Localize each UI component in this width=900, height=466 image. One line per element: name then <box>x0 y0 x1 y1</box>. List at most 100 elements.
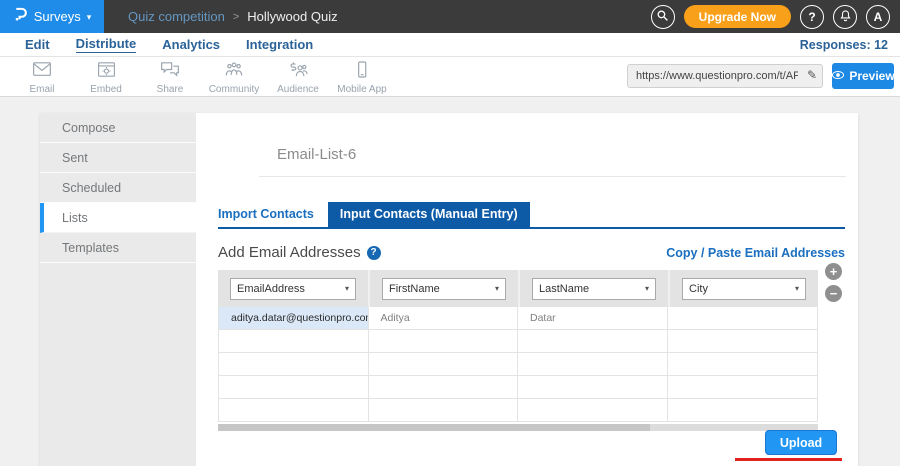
share-icon <box>160 61 180 83</box>
upload-button[interactable]: Upload <box>765 430 837 455</box>
table-row <box>219 399 817 421</box>
list-title: Email-List-6 <box>277 146 858 163</box>
product-label: Surveys <box>34 9 81 24</box>
embed-icon <box>97 61 116 83</box>
select-arrow-icon: ▾ <box>645 284 649 293</box>
contacts-table: EmailAddress ▾ FirstName ▾ LastName ▾ <box>218 270 818 431</box>
cell-lastname[interactable] <box>518 399 668 421</box>
cell-lastname[interactable] <box>518 353 668 375</box>
horizontal-scrollbar[interactable] <box>218 424 818 431</box>
help-button[interactable]: ? <box>800 5 824 29</box>
mobile-app-icon <box>352 61 372 83</box>
table-row <box>219 376 817 399</box>
remove-row-button[interactable]: − <box>825 285 842 302</box>
toolbar-item-embed[interactable]: Embed <box>74 61 138 95</box>
email-lists-panel: Compose Sent Scheduled Lists Templates E… <box>40 113 858 466</box>
sidebar-item-compose[interactable]: Compose <box>40 113 196 143</box>
survey-url-input[interactable] <box>627 64 823 88</box>
cell-email[interactable] <box>219 353 369 375</box>
cell-city[interactable] <box>668 376 818 398</box>
contacts-table-body: aditya.datar@questionpro.com Aditya Data… <box>218 307 818 422</box>
help-icon[interactable]: ? <box>367 246 381 260</box>
column-select-firstname[interactable]: FirstName ▾ <box>382 278 506 300</box>
contacts-tabs: Import Contacts Input Contacts (Manual E… <box>218 202 845 229</box>
tab-import-contacts[interactable]: Import Contacts <box>218 202 328 227</box>
contacts-table-header: EmailAddress ▾ FirstName ▾ LastName ▾ <box>218 270 818 307</box>
sidebar-item-lists[interactable]: Lists <box>40 203 196 233</box>
community-icon <box>224 61 244 83</box>
breadcrumb-separator: > <box>233 11 239 23</box>
toolbar-item-community[interactable]: Community <box>202 61 266 95</box>
eye-icon <box>831 69 845 84</box>
cell-email[interactable] <box>219 330 369 352</box>
copy-paste-link[interactable]: Copy / Paste Email Addresses <box>666 246 845 260</box>
cell-firstname[interactable]: Aditya <box>369 307 519 329</box>
nav-tab-integration[interactable]: Integration <box>246 37 313 52</box>
nav-tab-edit[interactable]: Edit <box>25 37 50 52</box>
avatar[interactable]: A <box>866 5 890 29</box>
questionpro-logo-icon <box>13 6 28 28</box>
select-arrow-icon: ▾ <box>795 284 799 293</box>
section-title: Add Email Addresses <box>218 244 361 261</box>
select-arrow-icon: ▾ <box>495 284 499 293</box>
upgrade-button[interactable]: Upgrade Now <box>684 5 791 28</box>
sidebar-item-scheduled[interactable]: Scheduled <box>40 173 196 203</box>
cell-firstname[interactable] <box>369 399 519 421</box>
surveys-menu[interactable]: Surveys ▾ <box>0 0 104 33</box>
cell-firstname[interactable] <box>369 353 519 375</box>
red-underline-annotation <box>735 458 842 461</box>
sidebar-item-templates[interactable]: Templates <box>40 233 196 263</box>
cell-city[interactable] <box>668 353 818 375</box>
edit-url-pencil-icon[interactable]: ✎ <box>807 68 817 82</box>
chevron-down-icon: ▾ <box>87 12 92 23</box>
column-select-city[interactable]: City ▾ <box>682 278 806 300</box>
toolbar-item-email[interactable]: Email <box>10 61 74 95</box>
toolbar-item-audience[interactable]: Audience <box>266 61 330 95</box>
cell-email[interactable] <box>219 376 369 398</box>
cell-email[interactable]: aditya.datar@questionpro.com <box>219 307 369 329</box>
cell-lastname[interactable]: Datar <box>518 307 668 329</box>
table-row: aditya.datar@questionpro.com Aditya Data… <box>219 307 817 330</box>
cell-firstname[interactable] <box>369 376 519 398</box>
cell-city[interactable] <box>668 307 818 329</box>
email-icon <box>32 61 52 83</box>
cell-email[interactable] <box>219 399 369 421</box>
audience-icon <box>288 61 308 83</box>
toolbar-item-mobile-app[interactable]: Mobile App <box>330 61 394 95</box>
search-button[interactable] <box>651 5 675 29</box>
cell-lastname[interactable] <box>518 330 668 352</box>
select-arrow-icon: ▾ <box>345 284 349 293</box>
cell-lastname[interactable] <box>518 376 668 398</box>
cell-city[interactable] <box>668 399 818 421</box>
email-sidebar: Compose Sent Scheduled Lists Templates <box>40 113 196 466</box>
nav-tab-analytics[interactable]: Analytics <box>162 37 220 52</box>
scrollbar-thumb[interactable] <box>218 424 650 431</box>
search-icon <box>656 9 669 25</box>
survey-url-group: ✎ <box>627 64 823 88</box>
nav-tab-distribute[interactable]: Distribute <box>76 36 137 53</box>
column-select-lastname[interactable]: LastName ▾ <box>532 278 656 300</box>
preview-button[interactable]: Preview <box>832 63 894 89</box>
bell-icon <box>839 9 852 25</box>
breadcrumb: Quiz competition > Hollywood Quiz <box>128 9 338 24</box>
breadcrumb-current: Hollywood Quiz <box>247 9 337 24</box>
cell-city[interactable] <box>668 330 818 352</box>
responses-count[interactable]: Responses: 12 <box>800 38 888 52</box>
distribute-toolbar: Email Embed Share Community Audience Mob… <box>0 57 900 97</box>
add-email-header-row: Add Email Addresses ? Copy / Paste Email… <box>218 244 845 261</box>
breadcrumb-parent[interactable]: Quiz competition <box>128 9 225 24</box>
table-row <box>219 353 817 376</box>
sidebar-item-sent[interactable]: Sent <box>40 143 196 173</box>
table-row <box>219 330 817 353</box>
column-select-email[interactable]: EmailAddress ▾ <box>230 278 356 300</box>
title-divider <box>259 176 846 177</box>
topbar-actions: Upgrade Now ? A <box>651 5 900 29</box>
toolbar-item-share[interactable]: Share <box>138 61 202 95</box>
cell-firstname[interactable] <box>369 330 519 352</box>
notifications-button[interactable] <box>833 5 857 29</box>
topbar: Surveys ▾ Quiz competition > Hollywood Q… <box>0 0 900 33</box>
list-detail-area: Email-List-6 Import Contacts Input Conta… <box>196 113 858 466</box>
tab-input-contacts-manual[interactable]: Input Contacts (Manual Entry) <box>328 202 530 227</box>
add-row-button[interactable]: + <box>825 263 842 280</box>
survey-navbar: Edit Distribute Analytics Integration Re… <box>0 33 900 57</box>
